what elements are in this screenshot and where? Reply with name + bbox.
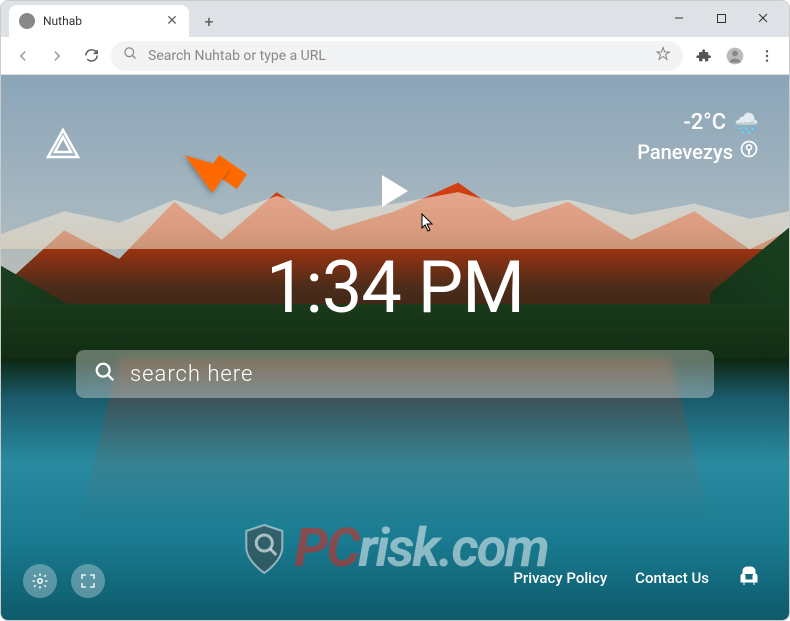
- page-content: -2°C 🌧️ Panevezys 1:34 PM search here Pr…: [1, 75, 789, 620]
- location-pin-icon: [739, 139, 759, 164]
- menu-icon[interactable]: [753, 42, 781, 70]
- window-controls: [659, 5, 783, 31]
- profile-icon[interactable]: [721, 42, 749, 70]
- weather-location: Panevezys: [637, 140, 733, 164]
- reload-button[interactable]: [77, 42, 105, 70]
- search-box[interactable]: search here: [76, 350, 714, 398]
- browser-window: Nuthab ✕ + Search Nuhtab or type a URL: [0, 0, 790, 621]
- new-tab-button[interactable]: +: [195, 7, 223, 35]
- weather-icon: 🌧️: [734, 111, 759, 135]
- search-placeholder: search here: [130, 362, 253, 387]
- privacy-link[interactable]: Privacy Policy: [513, 569, 607, 587]
- maximize-button[interactable]: [701, 5, 741, 31]
- address-placeholder: Search Nuhtab or type a URL: [148, 48, 645, 64]
- back-button[interactable]: [9, 42, 37, 70]
- bookmark-star-icon[interactable]: [655, 46, 671, 66]
- contact-link[interactable]: Contact Us: [635, 569, 709, 587]
- forward-button[interactable]: [43, 42, 71, 70]
- search-icon: [123, 46, 138, 65]
- play-icon[interactable]: [382, 175, 408, 207]
- bottom-left-controls: [23, 564, 105, 598]
- address-bar[interactable]: Search Nuhtab or type a URL: [111, 41, 683, 71]
- tab-favicon: [19, 13, 35, 29]
- weather-temp: -2°C: [683, 110, 726, 135]
- clock-time: 1:34 PM: [266, 245, 524, 330]
- settings-gear-icon[interactable]: [23, 564, 57, 598]
- close-icon[interactable]: ✕: [165, 14, 179, 28]
- toolbar-right: [689, 42, 781, 70]
- weather-widget[interactable]: -2°C 🌧️ Panevezys: [637, 110, 759, 164]
- minimize-button[interactable]: [659, 5, 699, 31]
- extensions-icon[interactable]: [689, 42, 717, 70]
- titlebar: Nuthab ✕ +: [1, 1, 789, 37]
- fullscreen-icon[interactable]: [71, 564, 105, 598]
- footer-links: Privacy Policy Contact Us: [513, 564, 761, 592]
- site-logo-icon[interactable]: [43, 125, 83, 165]
- search-icon: [94, 361, 116, 387]
- tab-active[interactable]: Nuthab ✕: [9, 5, 189, 37]
- toolbar: Search Nuhtab or type a URL: [1, 37, 789, 75]
- close-window-button[interactable]: [743, 5, 783, 31]
- tab-title: Nuthab: [43, 14, 157, 28]
- support-chair-icon[interactable]: [737, 564, 761, 592]
